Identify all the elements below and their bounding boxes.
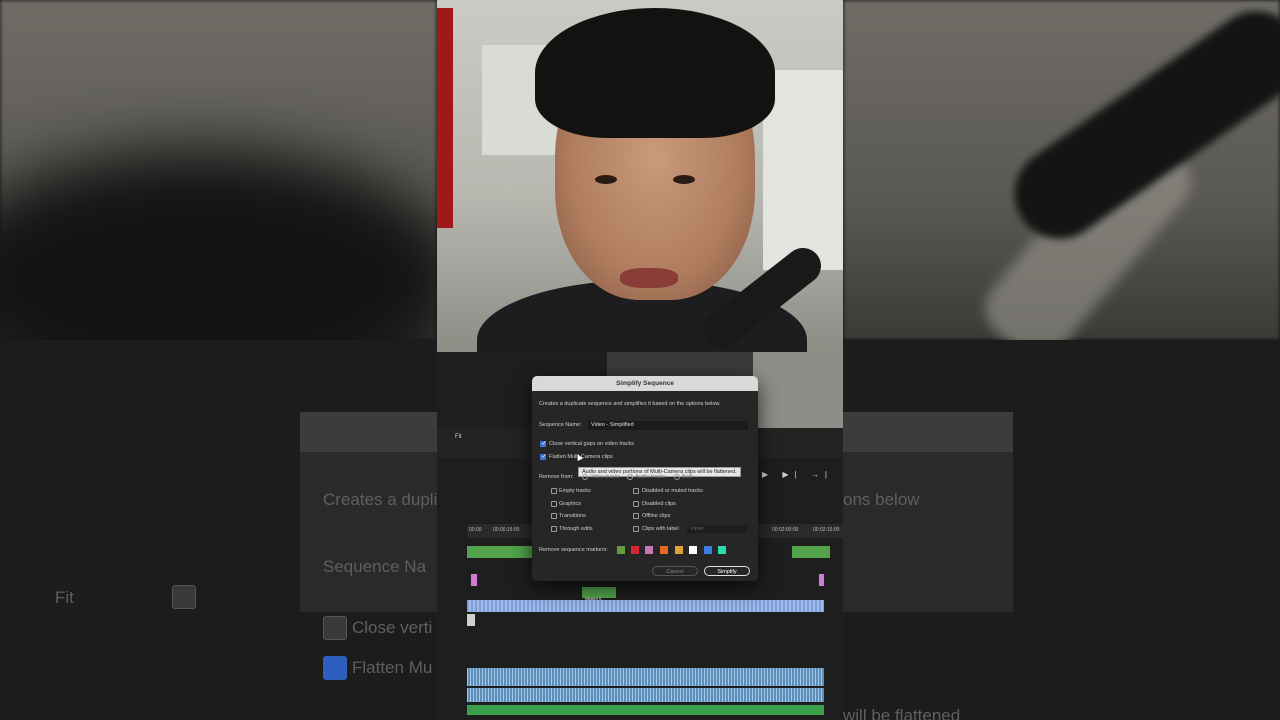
radio-label: Video tracks: [590, 474, 621, 480]
graphics-checkbox[interactable]: [551, 501, 557, 507]
checkbox-label: Transitions: [559, 513, 586, 519]
audio-clip[interactable]: [467, 668, 824, 686]
person-eye: [673, 175, 695, 184]
offline-clips-checkbox[interactable]: [633, 513, 639, 519]
close-gaps-checkbox[interactable]: [540, 440, 547, 447]
radio-audio-tracks[interactable]: [627, 474, 633, 480]
ghost-text: Creates a duplic: [323, 490, 437, 509]
video-clip[interactable]: [467, 614, 475, 626]
through-edits-checkbox[interactable]: [551, 526, 557, 532]
disabled-muted-tracks-checkbox[interactable]: [633, 488, 639, 494]
radio-video-tracks[interactable]: [582, 474, 588, 480]
simplify-button[interactable]: Simplify: [704, 566, 750, 576]
ghost-text: Close verti: [352, 618, 433, 637]
video-clip[interactable]: [471, 574, 477, 586]
ghost-checkbox: [323, 616, 347, 640]
program-preview: [753, 352, 843, 428]
sequence-name-label: Sequence Name:: [539, 422, 582, 428]
fit-dropdown[interactable]: Fit: [455, 434, 462, 440]
checkbox-label: Disabled clips: [642, 501, 676, 507]
ghost-text: ons below: [843, 490, 920, 509]
timecode: 00:00: [469, 527, 482, 533]
video-track-clip[interactable]: [467, 600, 824, 612]
marker-color-swatch[interactable]: [704, 546, 712, 554]
checkbox-label: Clips with label: [642, 526, 679, 532]
radio-label: Audio tracks: [635, 474, 666, 480]
checkbox-label: Through edits: [559, 526, 593, 532]
timecode: 00:02:15:00: [813, 527, 840, 533]
marker-color-swatch[interactable]: [689, 546, 697, 554]
sequence-name-input[interactable]: Video - Simplified: [588, 421, 748, 430]
marker-color-swatch[interactable]: [660, 546, 668, 554]
empty-tracks-checkbox[interactable]: [551, 488, 557, 494]
radio-label: Both: [682, 474, 694, 480]
clips-with-label-checkbox[interactable]: [633, 526, 639, 532]
person-mouth: [620, 268, 678, 288]
red-wall-panel: [437, 8, 453, 228]
ghost-text: Sequence Na: [323, 557, 427, 576]
marker-color-swatch[interactable]: [675, 546, 683, 554]
background-dialog: [843, 412, 1013, 612]
person-hair: [535, 8, 775, 138]
checkbox-label: Offline clips: [642, 513, 671, 519]
nested-clip[interactable]: Nested S: [582, 587, 616, 601]
marker-color-swatch[interactable]: [617, 546, 625, 554]
playback-controls[interactable]: ▶ ▶| →|: [762, 470, 833, 479]
ghost-text: Fit: [55, 588, 74, 607]
ghost-checkbox: [323, 656, 347, 680]
ghost-text: will be flattened: [843, 706, 961, 720]
ghost-button: [172, 585, 196, 609]
timecode: 00:02:00:00: [772, 527, 799, 533]
simplify-sequence-dialog: Simplify Sequence Creates a duplicate se…: [532, 376, 758, 581]
wall-shelf: [763, 70, 843, 270]
close-gaps-label: Close vertical gaps on video tracks: [549, 441, 634, 447]
timecode: 00:00:15:00: [493, 527, 520, 533]
transitions-checkbox[interactable]: [551, 513, 557, 519]
checkbox-label: Disabled or muted tracks: [642, 488, 703, 494]
flatten-multicam-checkbox[interactable]: [540, 453, 547, 460]
background-dialog: [300, 412, 437, 612]
cancel-button[interactable]: Cancel: [652, 566, 698, 576]
dialog-title: Simplify Sequence: [532, 376, 758, 391]
person-eye: [595, 175, 617, 184]
video-column: Fit ▶ ▶| →| 00:00 00:00:15:00 00:02:00:0…: [437, 0, 843, 720]
webcam-frame: [437, 0, 843, 352]
disabled-clips-checkbox[interactable]: [633, 501, 639, 507]
checkbox-label: Empty tracks: [559, 488, 591, 494]
radio-both[interactable]: [674, 474, 680, 480]
marker-color-swatch[interactable]: [718, 546, 726, 554]
dialog-description: Creates a duplicate sequence and simplif…: [539, 401, 721, 407]
audio-clip[interactable]: [467, 688, 824, 702]
remove-from-label: Remove from:: [539, 474, 574, 480]
video-clip[interactable]: [819, 574, 824, 586]
marker-color-swatch[interactable]: [645, 546, 653, 554]
audio-clip[interactable]: [467, 705, 824, 715]
ghost-text: Flatten Mu: [352, 658, 433, 677]
blurred-background-right: ons below will be flattened: [843, 0, 1280, 720]
blurred-background-left: Creates a duplic Sequence Na Fit Close v…: [0, 0, 437, 720]
checkbox-label: Graphics: [559, 501, 582, 507]
video-clip[interactable]: [792, 546, 830, 558]
label-color-select[interactable]: Violet: [687, 525, 747, 533]
marker-color-swatch[interactable]: [631, 546, 639, 554]
remove-markers-label: Remove sequence markers:: [539, 547, 608, 553]
